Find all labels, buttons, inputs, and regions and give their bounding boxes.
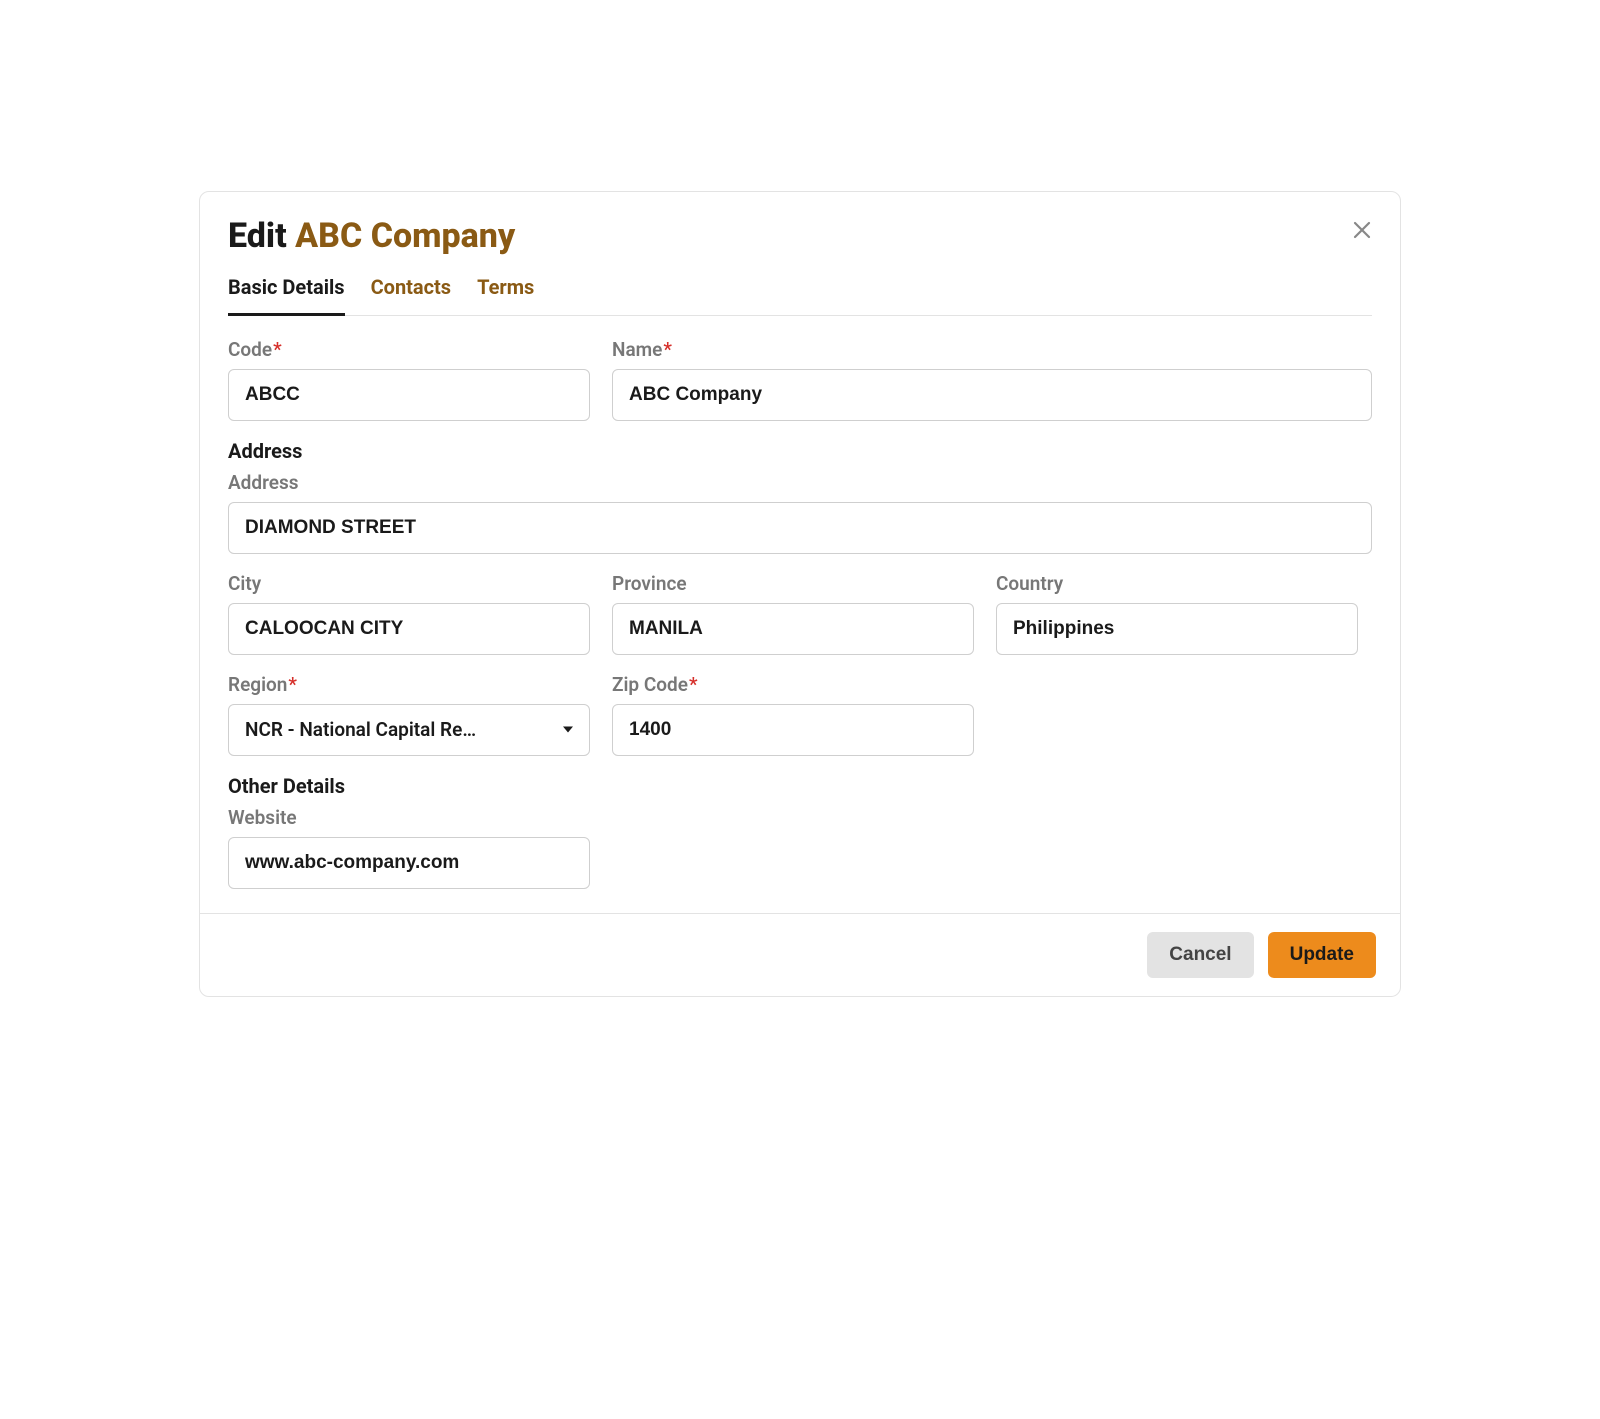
field-code: Code* — [228, 338, 590, 421]
field-name: Name* — [612, 338, 1372, 421]
label-website: Website — [228, 806, 590, 829]
province-input[interactable] — [612, 603, 974, 655]
name-input[interactable] — [612, 369, 1372, 421]
section-address-heading: Address — [228, 439, 1372, 463]
country-input[interactable] — [996, 603, 1358, 655]
title-prefix: Edit — [228, 216, 295, 256]
label-name-text: Name — [612, 338, 662, 361]
label-region-text: Region — [228, 673, 287, 696]
field-province: Province — [612, 572, 974, 655]
dialog-body: Code* Name* Address Address — [200, 316, 1400, 913]
label-address: Address — [228, 471, 1372, 494]
dialog-header: Edit ABC Company Basic Details Contacts … — [200, 192, 1400, 316]
label-city: City — [228, 572, 590, 595]
region-select-value: NCR - National Capital Re… — [245, 718, 510, 741]
code-input[interactable] — [228, 369, 590, 421]
required-mark: * — [273, 338, 282, 361]
label-name: Name* — [612, 338, 1372, 361]
field-zip: Zip Code* — [612, 673, 974, 756]
chevron-down-icon — [561, 718, 575, 741]
label-region: Region* — [228, 673, 590, 696]
field-address: Address — [228, 471, 1372, 554]
label-country: Country — [996, 572, 1358, 595]
label-zip-text: Zip Code — [612, 673, 688, 696]
address-input[interactable] — [228, 502, 1372, 554]
dialog-title: Edit ABC Company — [228, 216, 1372, 257]
tab-basic-details[interactable]: Basic Details — [228, 275, 345, 316]
required-mark: * — [663, 338, 672, 361]
region-select[interactable]: NCR - National Capital Re… — [228, 704, 590, 756]
field-website: Website — [228, 806, 590, 889]
zip-input[interactable] — [612, 704, 974, 756]
close-icon — [1352, 220, 1372, 240]
tab-contacts[interactable]: Contacts — [371, 275, 452, 316]
tabs: Basic Details Contacts Terms — [228, 275, 1372, 316]
city-input[interactable] — [228, 603, 590, 655]
title-company-name: ABC Company — [295, 216, 515, 256]
field-country: Country — [996, 572, 1358, 655]
label-province: Province — [612, 572, 974, 595]
update-button[interactable]: Update — [1268, 932, 1376, 978]
field-region: Region* NCR - National Capital Re… — [228, 673, 590, 756]
label-zip: Zip Code* — [612, 673, 974, 696]
close-button[interactable] — [1346, 214, 1378, 246]
label-code-text: Code — [228, 338, 272, 361]
tab-terms[interactable]: Terms — [477, 275, 534, 316]
field-city: City — [228, 572, 590, 655]
dialog-footer: Cancel Update — [200, 913, 1400, 996]
label-code: Code* — [228, 338, 590, 361]
section-other-heading: Other Details — [228, 774, 1372, 798]
cancel-button[interactable]: Cancel — [1147, 932, 1253, 978]
required-mark: * — [689, 673, 698, 696]
required-mark: * — [288, 673, 297, 696]
edit-company-dialog: Edit ABC Company Basic Details Contacts … — [199, 191, 1401, 997]
website-input[interactable] — [228, 837, 590, 889]
